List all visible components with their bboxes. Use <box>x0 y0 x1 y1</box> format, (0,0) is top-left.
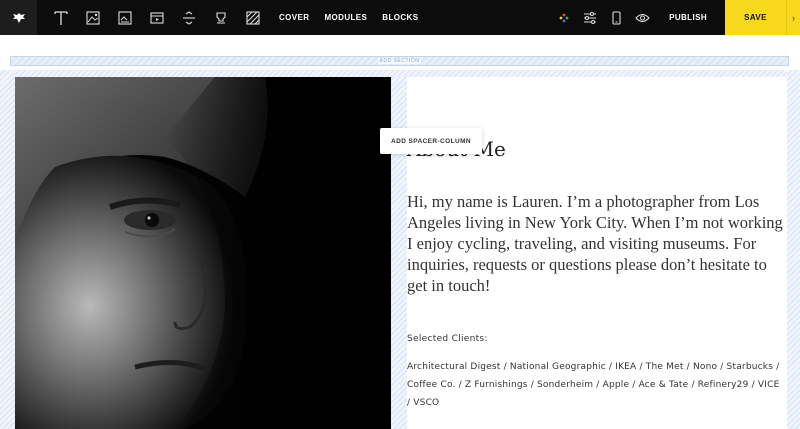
chevron-right-icon[interactable]: › <box>786 0 800 35</box>
save-button[interactable]: SAVE <box>725 0 786 35</box>
text-tool-icon[interactable] <box>47 0 75 35</box>
stamp-tool-icon[interactable] <box>207 0 235 35</box>
image-tool-icon[interactable] <box>79 0 107 35</box>
preview-eye-icon[interactable] <box>629 0 655 35</box>
add-spacer-column-tooltip[interactable]: ADD SPACER-COLUMN <box>380 128 482 154</box>
bio-paragraph[interactable]: Hi, my name is Lauren. I’m a photographe… <box>407 191 785 296</box>
nav-cover[interactable]: COVER <box>279 13 309 22</box>
top-toolbar: COVER MODULES BLOCKS PUBLISH SAVE › <box>0 0 800 35</box>
spacer-tool-icon[interactable] <box>175 0 203 35</box>
bird-logo-icon <box>12 12 25 23</box>
mobile-preview-icon[interactable] <box>603 0 629 35</box>
spacer-column[interactable] <box>391 70 407 429</box>
video-tool-icon[interactable] <box>143 0 171 35</box>
nav-modules[interactable]: MODULES <box>324 13 367 22</box>
toolbar-right-group: PUBLISH SAVE › <box>551 0 800 35</box>
portrait-photo[interactable] <box>15 77 391 429</box>
top-gutter <box>15 70 787 77</box>
logo[interactable] <box>0 0 37 35</box>
pattern-tool-icon[interactable] <box>239 0 267 35</box>
add-section-label: ADD SECTION <box>377 58 422 64</box>
portrait-image <box>15 77 391 429</box>
left-gutter[interactable] <box>0 70 15 429</box>
clients-list[interactable]: Architectural Digest / National Geograph… <box>407 358 785 412</box>
publish-button[interactable]: PUBLISH <box>669 13 707 22</box>
right-gutter[interactable] <box>787 70 800 429</box>
nav-blocks[interactable]: BLOCKS <box>382 13 418 22</box>
color-palette-icon[interactable] <box>551 0 577 35</box>
clients-label[interactable]: Selected Clients: <box>407 334 488 344</box>
gallery-tool-icon[interactable] <box>111 0 139 35</box>
settings-sliders-icon[interactable] <box>577 0 603 35</box>
add-section-bar[interactable]: ADD SECTION <box>10 56 789 66</box>
tooltip-label: ADD SPACER-COLUMN <box>391 137 471 145</box>
